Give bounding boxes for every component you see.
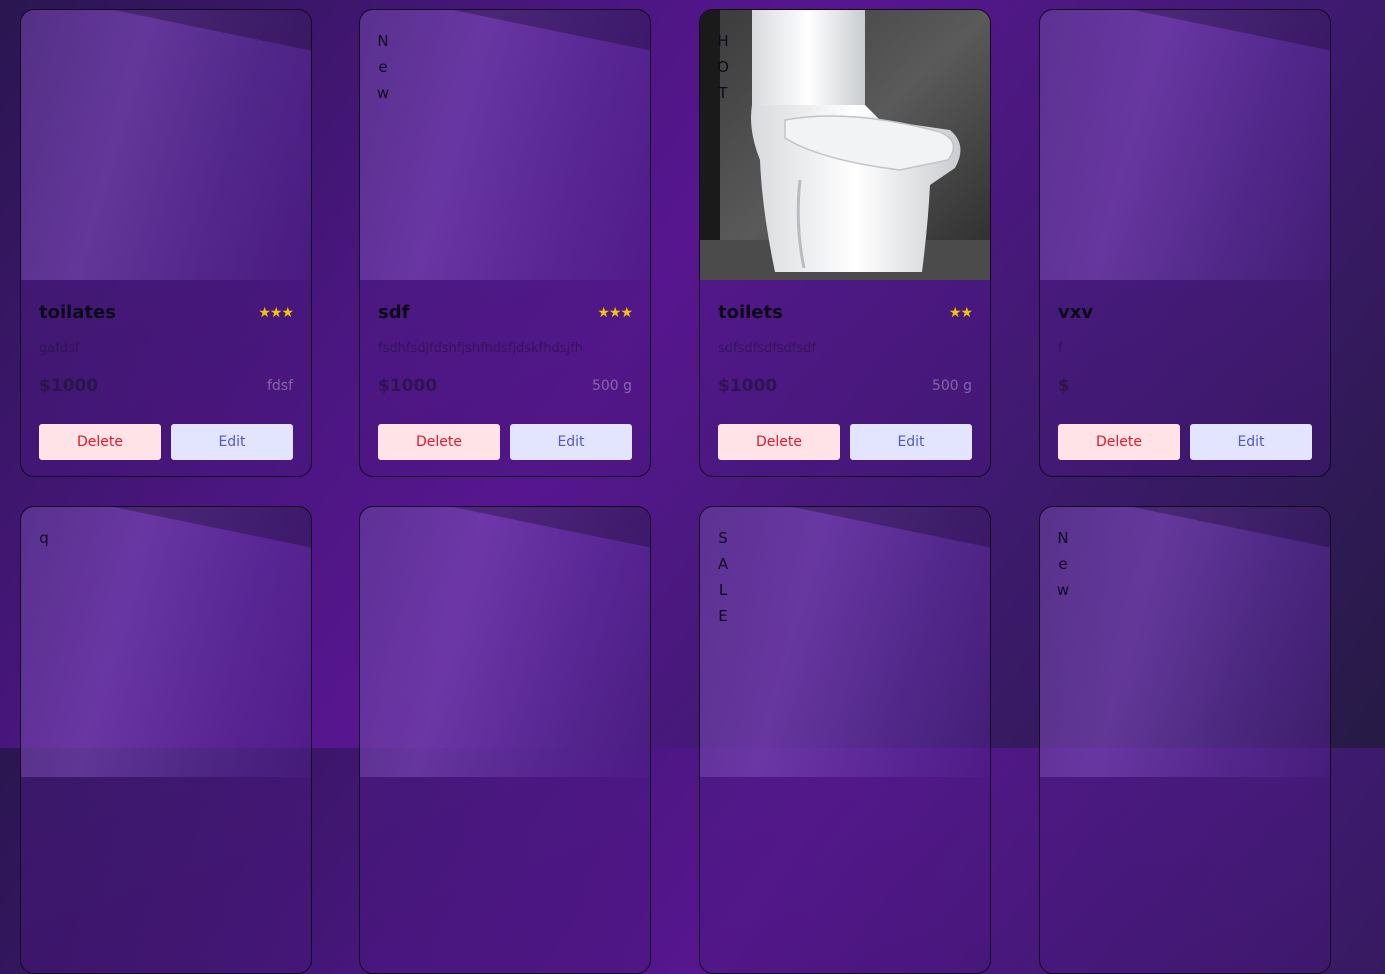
- rating-stars-icon: ★★: [948, 304, 973, 321]
- product-description: fsdhfsdjfdshfjshfhdsfjdskfhdsjfh: [378, 341, 583, 356]
- edit-button[interactable]: Edit: [510, 424, 632, 460]
- product-weight: 500 g: [591, 378, 632, 394]
- product-description: gafdsf: [39, 341, 80, 356]
- product-card: [359, 506, 651, 974]
- product-image-placeholder: [360, 507, 650, 777]
- product-grid: toilates ★★★ gafdsf $1000 fdsf Delete Ed…: [0, 0, 1385, 974]
- product-description: sdfsdfsdfsdfsdf: [718, 341, 817, 356]
- product-card: vxv f $ Delete Edit: [1039, 9, 1331, 477]
- delete-button[interactable]: Delete: [39, 424, 161, 460]
- edit-button[interactable]: Edit: [1190, 424, 1312, 460]
- delete-button[interactable]: Delete: [378, 424, 500, 460]
- edit-button[interactable]: Edit: [850, 424, 972, 460]
- toilet-photo: [700, 10, 990, 280]
- product-image-placeholder: [1040, 10, 1330, 280]
- product-card: New sdf ★★★ fsdhfsdjfdshfjshfhdsfjdskfhd…: [359, 9, 651, 477]
- product-price: $1000: [39, 376, 99, 396]
- delete-button[interactable]: Delete: [718, 424, 840, 460]
- product-tag: q: [39, 529, 49, 547]
- edit-button[interactable]: Edit: [171, 424, 293, 460]
- product-tag: HOT: [717, 32, 729, 102]
- product-card: SALE: [699, 506, 991, 974]
- product-price: $1000: [718, 376, 778, 396]
- product-image-placeholder: SALE: [700, 507, 990, 777]
- product-title: vxv: [1058, 302, 1094, 323]
- product-card: HOT toilets ★★ sdfsdfsdfsdfsdf $1000 500…: [699, 9, 991, 477]
- product-image-placeholder: New: [360, 10, 650, 280]
- rating-stars-icon: ★★★: [597, 304, 633, 321]
- product-title: sdf: [378, 302, 410, 323]
- product-image: HOT: [700, 10, 990, 280]
- product-image-placeholder: [21, 10, 311, 280]
- rating-stars-icon: ★★★: [258, 304, 294, 321]
- product-card: toilates ★★★ gafdsf $1000 fdsf Delete Ed…: [20, 9, 312, 477]
- product-description: f: [1058, 341, 1063, 356]
- delete-button[interactable]: Delete: [1058, 424, 1180, 460]
- product-card: q: [20, 506, 312, 974]
- product-tag: New: [1056, 529, 1070, 599]
- product-price: $: [1058, 376, 1070, 396]
- product-weight: fdsf: [266, 378, 293, 394]
- product-price: $1000: [378, 376, 438, 396]
- product-tag: SALE: [717, 529, 729, 625]
- product-weight: 500 g: [931, 378, 972, 394]
- product-tag: New: [376, 32, 390, 102]
- product-image-placeholder: q: [21, 507, 311, 777]
- product-title: toilets: [718, 302, 783, 323]
- product-image-placeholder: New: [1040, 507, 1330, 777]
- product-card: New: [1039, 506, 1331, 974]
- product-title: toilates: [39, 302, 116, 323]
